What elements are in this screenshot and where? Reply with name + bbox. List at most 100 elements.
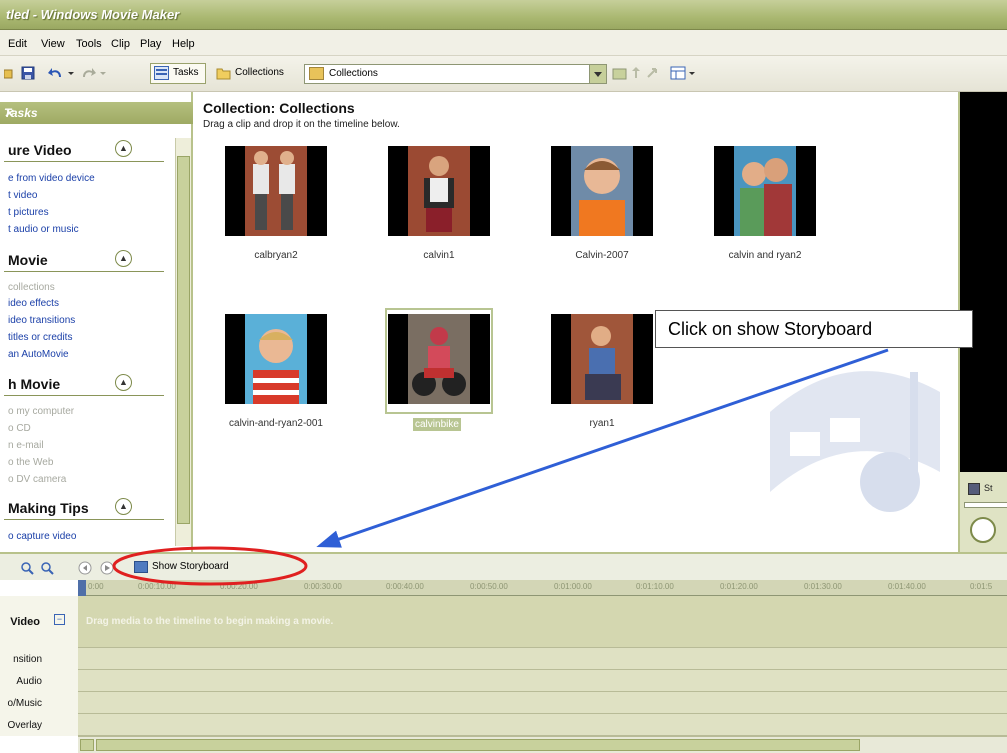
ruler-tick: 0:00: [88, 582, 104, 591]
menu-tools[interactable]: Tools: [76, 38, 102, 50]
collapse-icon[interactable]: ▲: [115, 498, 132, 515]
ruler-tick: 0:01:30.00: [804, 582, 842, 591]
zoom-in-icon[interactable]: [20, 561, 34, 575]
clip-label: calvin and ryan2: [728, 250, 802, 261]
redo-icon[interactable]: [80, 65, 96, 81]
play-timeline-icon[interactable]: [100, 561, 114, 575]
tasks-button[interactable]: Tasks: [150, 63, 206, 84]
task-send-dv: o DV camera: [8, 474, 67, 485]
collection-subtitle: Drag a clip and drop it on the timeline …: [203, 119, 400, 130]
collections-combo[interactable]: Collections: [304, 64, 607, 84]
collection-folder-icon: [309, 67, 324, 80]
clip-thumbnail[interactable]: [225, 146, 327, 236]
collapse-icon[interactable]: ▲: [115, 250, 132, 267]
timeline-tracks[interactable]: Drag media to the timeline to begin maki…: [78, 596, 1007, 736]
toolbar: Tasks Collections Collections: [0, 56, 1007, 92]
timeline-ruler[interactable]: 0:00 0:00:10.00 0:00:20.00 0:00:30.00 0:…: [78, 580, 1007, 596]
photo-image: [734, 146, 796, 236]
transition-track[interactable]: [78, 648, 1007, 670]
chevron-down-icon[interactable]: [589, 65, 606, 83]
redo-dropdown-icon[interactable]: [96, 65, 112, 81]
collapse-track-icon[interactable]: −: [54, 614, 65, 625]
collections-combo-value: Collections: [329, 68, 378, 79]
ruler-tick: 0:00:40.00: [386, 582, 424, 591]
clip-thumbnail[interactable]: [714, 146, 816, 236]
track-label-audio-music: o/Music: [7, 698, 42, 709]
section-capture-video[interactable]: ure Video: [8, 142, 72, 158]
menu-help[interactable]: Help: [172, 38, 195, 50]
task-automovie[interactable]: an AutoMovie: [8, 349, 69, 360]
playhead-marker[interactable]: [78, 580, 86, 596]
photo-image: [245, 314, 307, 404]
clip-label: calvin-and-ryan2-001: [229, 418, 323, 429]
audio-music-track[interactable]: [78, 692, 1007, 714]
views-dropdown-icon[interactable]: [686, 65, 702, 81]
timeline-toolbar: Show Storyboard: [0, 552, 1007, 580]
seek-bar[interactable]: [964, 502, 1007, 508]
instruction-callout: Click on show Storyboard: [655, 310, 973, 348]
play-button[interactable]: [970, 517, 996, 543]
new-collection-icon[interactable]: [646, 65, 662, 81]
timeline-scrollbar[interactable]: [78, 736, 1007, 753]
clip-thumbnail[interactable]: [388, 314, 490, 404]
tasks-icon: [154, 66, 169, 80]
photo-image: [571, 314, 633, 404]
rewind-icon[interactable]: [78, 561, 92, 575]
up-folder-icon[interactable]: [612, 65, 628, 81]
task-titles-credits[interactable]: titles or credits: [8, 332, 72, 343]
zoom-out-icon[interactable]: [40, 561, 54, 575]
task-video-transitions[interactable]: ideo transitions: [8, 315, 75, 326]
audio-track[interactable]: [78, 670, 1007, 692]
menu-clip[interactable]: Clip: [111, 38, 130, 50]
clip-thumbnail[interactable]: [388, 146, 490, 236]
task-video-effects[interactable]: ideo effects: [8, 298, 59, 309]
undo-dropdown-icon[interactable]: [64, 65, 80, 81]
ruler-tick: 0:00:10.00: [138, 582, 176, 591]
close-icon[interactable]: ✕: [4, 107, 14, 120]
section-finish-movie[interactable]: h Movie: [8, 376, 60, 392]
window-title: tled - Windows Movie Maker: [6, 7, 180, 22]
menu-view[interactable]: View: [41, 38, 65, 50]
menu-edit[interactable]: Edit: [8, 38, 27, 50]
clip-thumbnail[interactable]: [551, 146, 653, 236]
save-icon[interactable]: [20, 65, 36, 81]
section-edit-movie[interactable]: Movie: [8, 252, 48, 268]
section-movie-making-tips[interactable]: Making Tips: [8, 500, 89, 516]
views-icon[interactable]: [670, 65, 686, 81]
task-import-audio[interactable]: t audio or music: [8, 224, 79, 235]
collapse-icon[interactable]: ▲: [115, 374, 132, 391]
section-divider: [4, 161, 164, 162]
scroll-left-button[interactable]: [80, 739, 94, 751]
clip-thumbnail[interactable]: [225, 314, 327, 404]
split-icon[interactable]: [968, 483, 980, 495]
task-import-video[interactable]: t video: [8, 190, 37, 201]
film-music-watermark: [770, 371, 940, 512]
clip-thumbnail[interactable]: [551, 314, 653, 404]
scrollbar-thumb[interactable]: [96, 739, 860, 751]
move-icon[interactable]: [628, 65, 644, 81]
track-label-transition: nsition: [13, 654, 42, 665]
title-overlay-track[interactable]: [78, 714, 1007, 736]
scrollbar-thumb[interactable]: [177, 156, 190, 524]
task-save-cd: o CD: [8, 423, 31, 434]
task-send-email: n e-mail: [8, 440, 44, 451]
collection-title: Collection: Collections: [203, 100, 355, 116]
open-icon[interactable]: [4, 65, 20, 81]
title-bar: tled - Windows Movie Maker: [0, 0, 1007, 30]
undo-icon[interactable]: [48, 65, 64, 81]
section-divider: [4, 395, 164, 396]
menu-play[interactable]: Play: [140, 38, 161, 50]
collections-button[interactable]: Collections: [212, 63, 291, 84]
section-divider: [4, 519, 164, 520]
callout-text: Click on show Storyboard: [668, 319, 873, 339]
task-import-pictures[interactable]: t pictures: [8, 207, 49, 218]
clip-label: ryan1: [589, 418, 615, 429]
show-storyboard-button[interactable]: Show Storyboard: [134, 561, 229, 577]
task-capture-from-device[interactable]: e from video device: [8, 173, 95, 184]
task-capture-video-tip[interactable]: o capture video: [8, 531, 76, 542]
photo-image: [408, 314, 470, 404]
video-track[interactable]: Drag media to the timeline to begin maki…: [78, 596, 1007, 648]
tasks-scrollbar[interactable]: [175, 138, 191, 546]
collapse-icon[interactable]: ▲: [115, 140, 132, 157]
folder-icon: [216, 68, 231, 80]
